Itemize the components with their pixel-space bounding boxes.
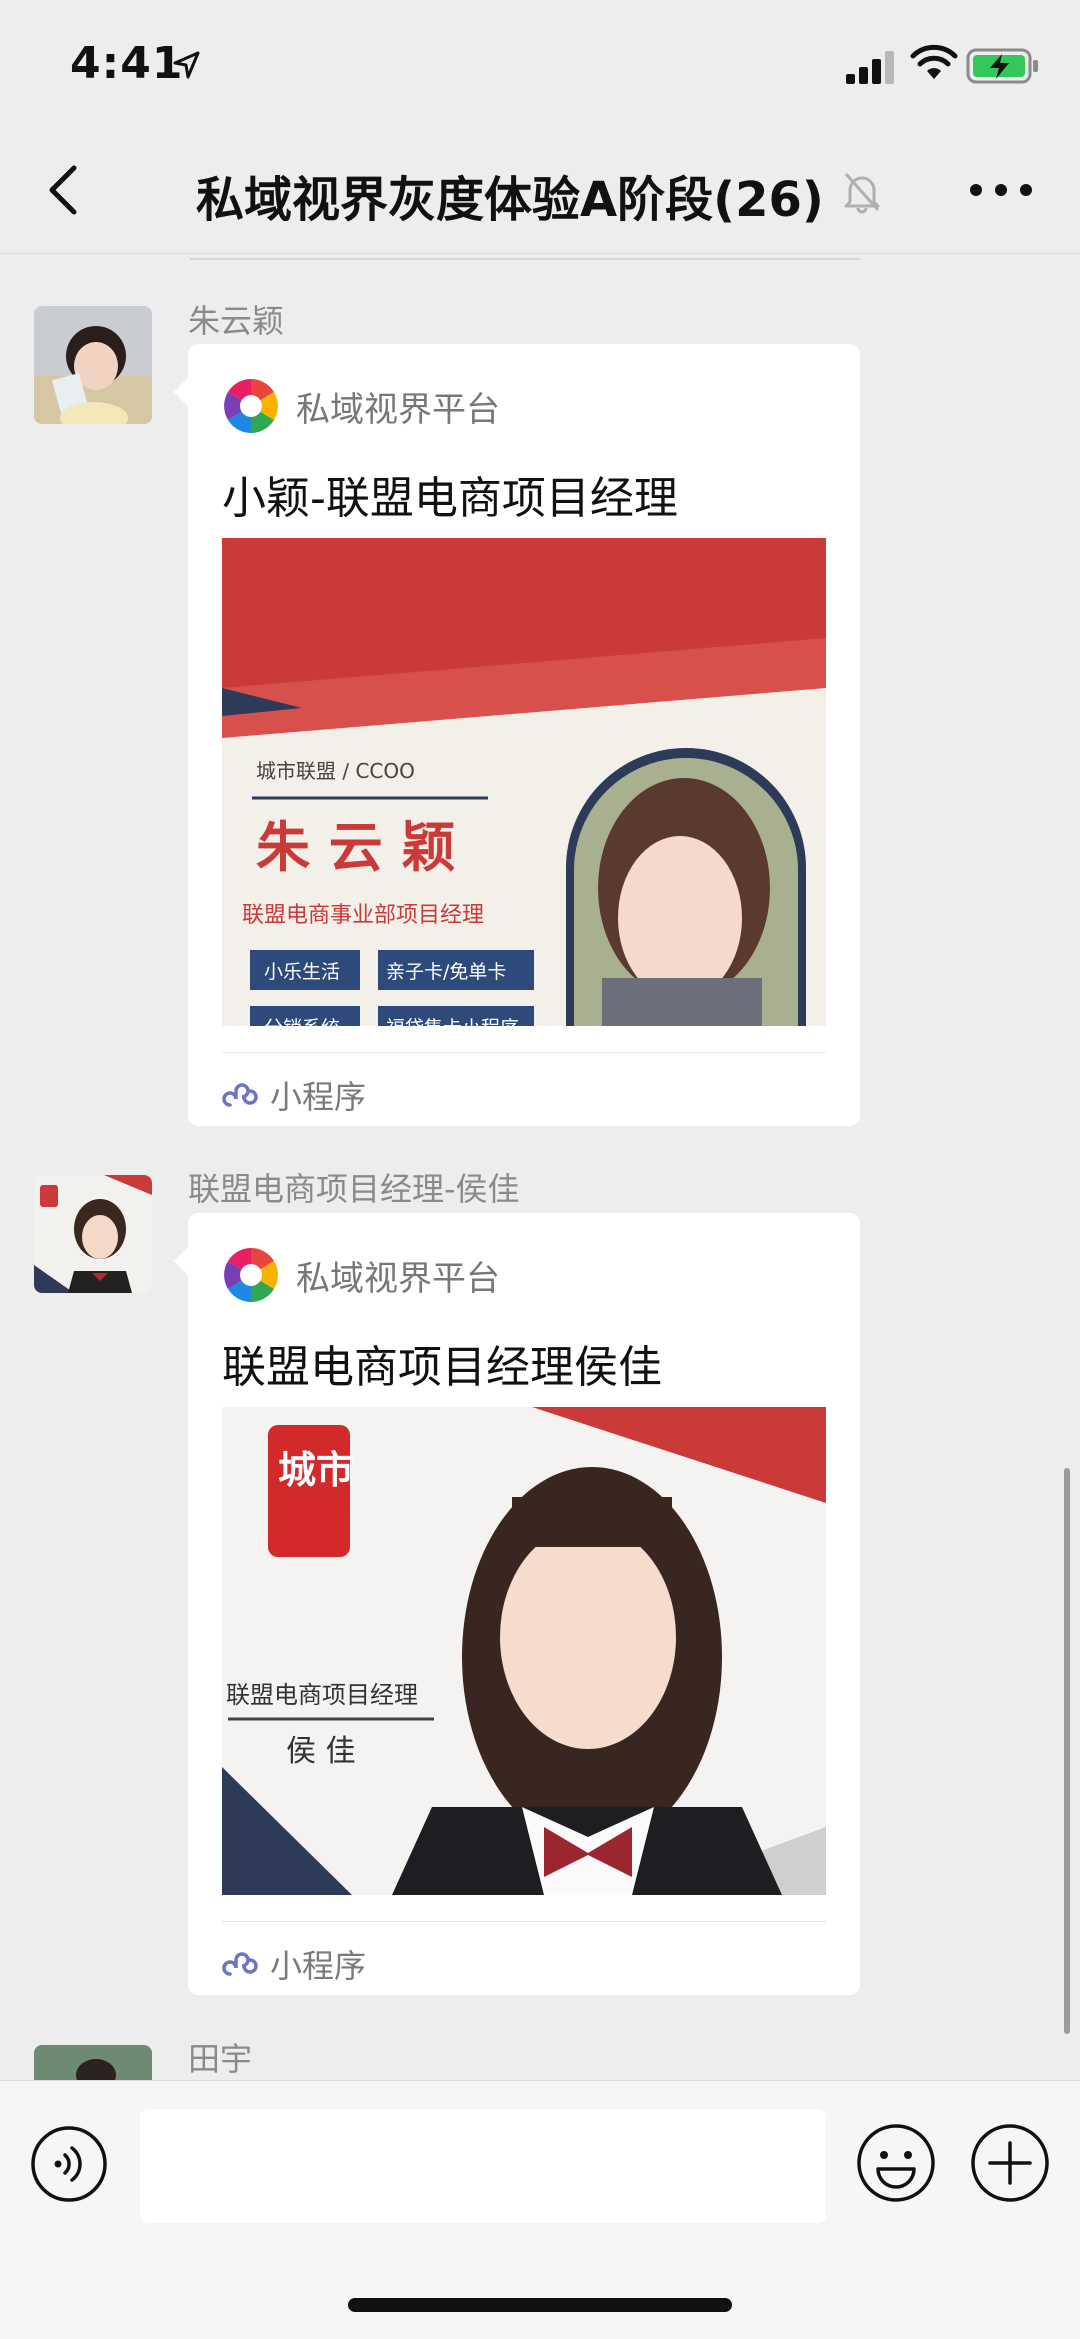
avatar-photo — [34, 306, 152, 424]
chat-header: 私域视界灰度体验A阶段(26) — [0, 130, 1080, 254]
sender-name: 朱云颖 — [188, 302, 285, 340]
home-indicator[interactable] — [348, 2298, 732, 2312]
avatar[interactable] — [34, 306, 152, 424]
mute-bell-icon — [844, 173, 880, 214]
plus-icon[interactable] — [970, 2123, 1050, 2203]
avatar[interactable] — [34, 1175, 152, 1293]
separator — [190, 258, 860, 260]
voice-icon[interactable] — [30, 2125, 108, 2203]
mini-program-card[interactable]: 私域视界平台 联盟电商项目经理侯佳 城市 联盟电商项目经理 侯 佳 小程序 — [174, 1213, 860, 1995]
card-cover-image: 城市 联盟电商项目经理 侯 佳 — [222, 1407, 826, 1895]
mini-program-card[interactable]: 私域视界平台 小颖-联盟电商项目经理 城市联盟 / CCOO 朱 云 颖 联盟电… — [174, 344, 860, 1126]
cover-org-text: 城市联盟 / CCOO — [256, 759, 415, 783]
status-bar: 4:41 — [0, 0, 1080, 130]
emoji-icon[interactable] — [856, 2123, 936, 2203]
more-dots-icon[interactable] — [966, 178, 1036, 202]
cover-tag: 分销系统 — [264, 1017, 340, 1026]
cover-role-text: 联盟电商事业部项目经理 — [242, 903, 484, 928]
mini-program-label: 小程序 — [270, 1078, 367, 1116]
back-chevron-icon[interactable] — [40, 158, 88, 222]
card-title: 小颖-联盟电商项目经理 — [222, 473, 678, 524]
card-title: 联盟电商项目经理侯佳 — [222, 1342, 662, 1393]
signal-icon — [846, 51, 894, 84]
cover-role-text: 联盟电商项目经理 — [226, 1681, 418, 1709]
mini-program-label: 小程序 — [270, 1947, 367, 1985]
cover-tag: 福袋售卡小程序 — [386, 1017, 519, 1026]
card-cover-image: 城市联盟 / CCOO 朱 云 颖 联盟电商事业部项目经理 小乐生活 亲子卡/免… — [222, 538, 826, 1026]
sender-name: 田宇 — [188, 2040, 253, 2078]
chat-title: 私域视界灰度体验A阶段(26) — [196, 172, 824, 228]
cover-tag: 亲子卡/免单卡 — [386, 961, 506, 983]
platform-logo-icon — [223, 378, 279, 434]
location-arrow-icon — [173, 51, 200, 79]
platform-name: 私域视界平台 — [296, 389, 500, 430]
cover-tag: 小乐生活 — [264, 961, 340, 983]
status-time: 4:41 — [70, 38, 184, 89]
mini-program-icon — [222, 1083, 258, 1107]
avatar-photo — [34, 1175, 152, 1293]
card-source: 私域视界平台 — [222, 1245, 500, 1305]
cover-name-text: 侯 佳 — [286, 1734, 356, 1769]
avatar[interactable] — [34, 2045, 152, 2080]
platform-name: 私域视界平台 — [296, 1258, 500, 1299]
cover-seal-text: 城市 — [278, 1448, 354, 1492]
mini-program-tag: 小程序 — [222, 1941, 366, 1987]
avatar-photo — [34, 2045, 152, 2080]
message-input[interactable] — [140, 2109, 826, 2223]
mini-program-icon — [222, 1952, 258, 1976]
mini-program-tag: 小程序 — [222, 1072, 366, 1118]
platform-logo-icon — [223, 1247, 279, 1303]
card-divider — [222, 1921, 826, 1922]
scrollbar[interactable] — [1064, 1468, 1070, 2034]
card-divider — [222, 1052, 826, 1053]
card-source: 私域视界平台 — [222, 376, 500, 436]
wifi-icon — [910, 44, 958, 79]
sender-name: 联盟电商项目经理-侯佳 — [188, 1170, 520, 1208]
battery-charging-icon — [966, 48, 1038, 84]
cover-name-text: 朱 云 颖 — [256, 816, 456, 879]
